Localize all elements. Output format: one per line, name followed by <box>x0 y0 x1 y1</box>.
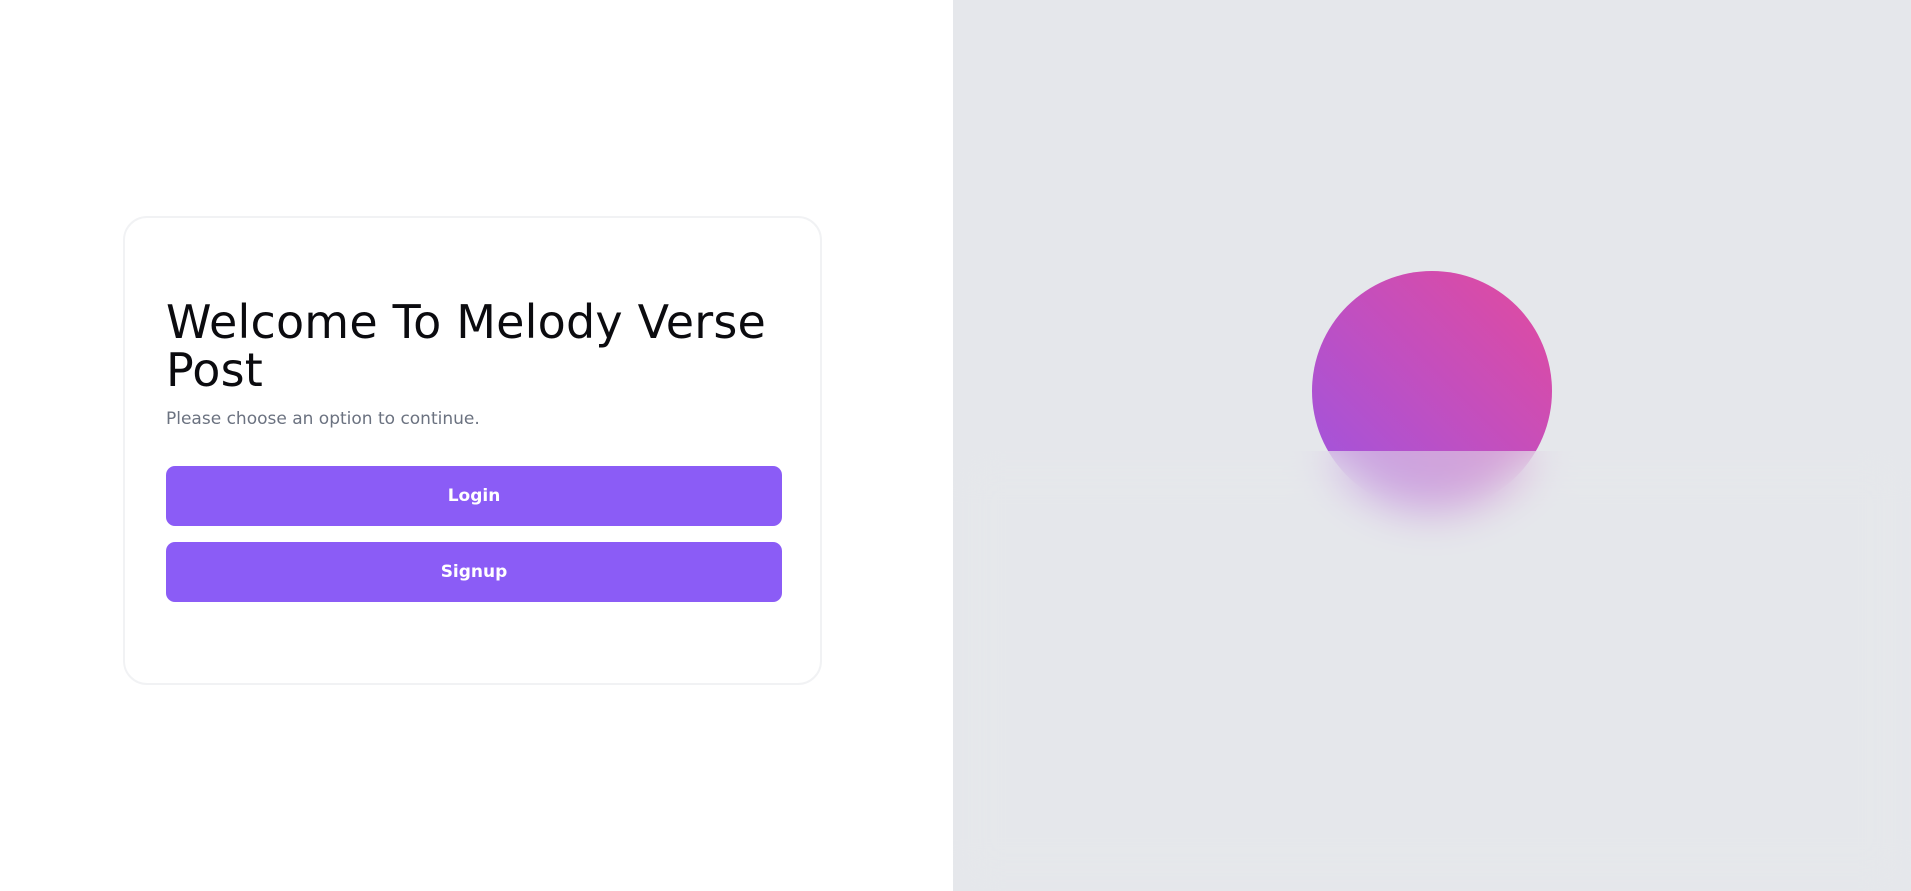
subtitle: Please choose an option to continue. <box>166 409 480 429</box>
page-title: Welcome To Melody Verse Post <box>166 295 767 397</box>
decorative-panel <box>953 0 1911 891</box>
welcome-pane: Welcome To Melody Verse Post Please choo… <box>0 0 953 891</box>
signup-button[interactable]: Signup <box>166 542 782 602</box>
blur-overlay <box>953 451 1911 891</box>
welcome-card: Welcome To Melody Verse Post Please choo… <box>123 216 822 685</box>
orb-illustration <box>953 0 1911 891</box>
login-button[interactable]: Login <box>166 466 782 526</box>
page: Welcome To Melody Verse Post Please choo… <box>0 0 1911 891</box>
